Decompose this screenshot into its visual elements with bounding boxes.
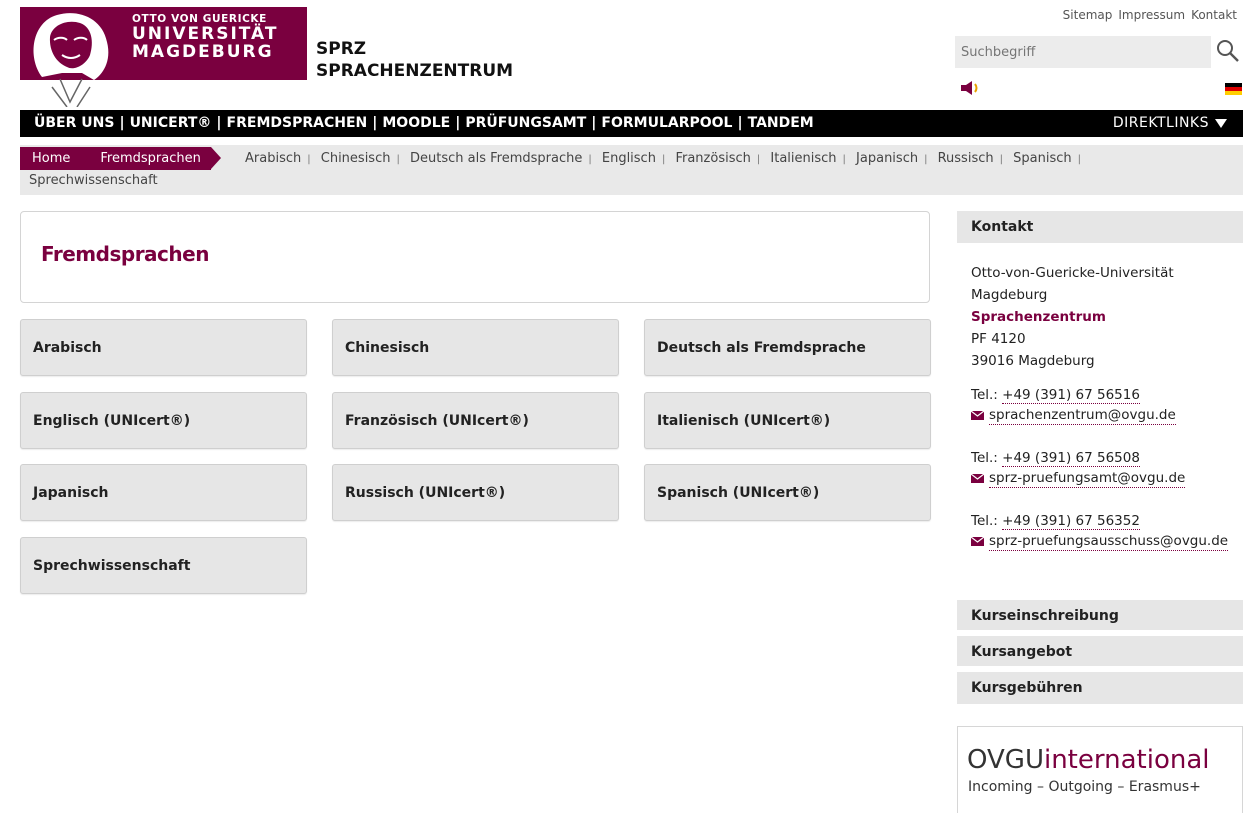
ovgu-international-banner[interactable]: OVGUinternational Incoming – Outgoing – … [957, 726, 1243, 813]
sublink-italienisch[interactable]: Italienisch [770, 151, 836, 166]
international-word: international [1043, 745, 1210, 775]
breadcrumb: Home Fremdsprachen Arabisch | Chinesisch |… [20, 145, 1243, 195]
sidebar-kontakt-heading: Kontakt [957, 211, 1243, 243]
tile-chinesisch[interactable]: Chinesisch [332, 319, 619, 376]
tel-label: Tel.: [971, 387, 998, 403]
address-line4: PF 4120 [971, 331, 1026, 347]
sublink-japanisch[interactable]: Japanisch [856, 151, 918, 166]
top-links: Sitemap Impressum Kontakt [1063, 8, 1237, 22]
contact-entry: Tel.: +49 (391) 67 56516 sprachenzentrum… [971, 384, 1241, 425]
contact-block: Otto-von-Guericke-Universität Magdeburg … [971, 262, 1241, 551]
sidebar-link-kurseinschreibung[interactable]: Kurseinschreibung [957, 600, 1243, 632]
nav-formularpool[interactable]: FORMULARPOOL [601, 110, 732, 137]
contact-entry: Tel.: +49 (391) 67 56352 sprz-pruefungsa… [971, 510, 1241, 551]
search-icon[interactable] [1215, 38, 1241, 64]
breadcrumb-home[interactable]: Home [20, 147, 89, 170]
tile-italienisch[interactable]: Italienisch (UNIcert®) [644, 392, 931, 449]
tile-japanisch[interactable]: Japanisch [20, 464, 307, 521]
sublink-englisch[interactable]: Englisch [602, 151, 656, 166]
page-title: Fremdsprachen [41, 242, 209, 266]
sublink-russisch[interactable]: Russisch [938, 151, 994, 166]
address-line2: Magdeburg [971, 287, 1048, 303]
sublink-chinesisch[interactable]: Chinesisch [321, 151, 391, 166]
tile-englisch[interactable]: Englisch (UNIcert®) [20, 392, 307, 449]
sidebar-link-kursgebuehren[interactable]: Kursgebühren [957, 672, 1243, 704]
sidebar-link-kursangebot[interactable]: Kursangebot [957, 636, 1243, 668]
nav-fremdsprachen[interactable]: FREMDSPRACHEN [227, 110, 368, 137]
sublink-sprechwissenschaft[interactable]: Sprechwissenschaft [29, 173, 158, 188]
email-link[interactable]: sprachenzentrum@ovgu.de [989, 406, 1176, 425]
mail-icon [971, 474, 984, 483]
site-title-line2: SPRACHENZENTRUM [316, 61, 514, 81]
logo-text: OTTO VON GUERICKE UNIVERSITÄT MAGDEBURG [132, 13, 279, 61]
mail-icon [971, 537, 984, 546]
tile-daf[interactable]: Deutsch als Fremdsprache [644, 319, 931, 376]
ovgu-banner-subtitle: Incoming – Outgoing – Erasmus+ [968, 779, 1201, 795]
search-input[interactable] [955, 36, 1197, 68]
logo-line3: MAGDEBURG [132, 42, 274, 62]
sublink-franzoesisch[interactable]: Französisch [675, 151, 750, 166]
university-logo[interactable]: OTTO VON GUERICKE UNIVERSITÄT MAGDEBURG [20, 7, 307, 107]
impressum-link[interactable]: Impressum [1118, 8, 1185, 22]
address-line5: 39016 Magdeburg [971, 353, 1095, 369]
tile-sprechwissenschaft[interactable]: Sprechwissenschaft [20, 537, 307, 594]
sublink-spanisch[interactable]: Spanisch [1013, 151, 1071, 166]
direktlinks-dropdown[interactable]: DIREKTLINKS [1113, 110, 1227, 137]
tel-label: Tel.: [971, 513, 998, 529]
tile-russisch[interactable]: Russisch (UNIcert®) [332, 464, 619, 521]
ovgu-word: OVGU [967, 745, 1044, 775]
nav-moodle[interactable]: MOODLE [382, 110, 450, 137]
nav-unicert[interactable]: UNICERT® [130, 110, 212, 137]
ovgu-banner-title: OVGUinternational [967, 745, 1209, 775]
sublink-daf[interactable]: Deutsch als Fremdsprache [410, 151, 582, 166]
kontakt-link[interactable]: Kontakt [1191, 8, 1237, 22]
guericke-portrait-icon [33, 13, 109, 107]
address-line3: Sprachenzentrum [971, 309, 1106, 325]
address-line1: Otto-von-Guericke-Universität [971, 265, 1174, 281]
email-link[interactable]: sprz-pruefungsausschuss@ovgu.de [989, 532, 1229, 551]
tel-link[interactable]: +49 (391) 67 56516 [1002, 387, 1140, 404]
german-flag-icon[interactable] [1225, 83, 1242, 95]
tel-label: Tel.: [971, 450, 998, 466]
nav-separator: | [737, 115, 743, 131]
nav-pruefungsamt[interactable]: PRÜFUNGSAMT [465, 110, 586, 137]
email-link[interactable]: sprz-pruefungsamt@ovgu.de [989, 469, 1186, 488]
sublink-arabisch[interactable]: Arabisch [245, 151, 301, 166]
nav-separator: | [591, 115, 597, 131]
tile-arabisch[interactable]: Arabisch [20, 319, 307, 376]
main-navigation: ÜBER UNS | UNICERT® | FREMDSPRACHEN | MOODL… [20, 110, 1243, 137]
tel-link[interactable]: +49 (391) 67 56508 [1002, 450, 1140, 467]
nav-separator: | [119, 115, 125, 131]
direktlinks-label: DIREKTLINKS [1112, 115, 1209, 131]
breadcrumb-sublinks: Arabisch | Chinesisch | Deutsch als Fremds… [245, 151, 1081, 166]
nav-separator: | [455, 115, 461, 131]
logo-line2: UNIVERSITÄT [132, 24, 279, 44]
contact-entry: Tel.: +49 (391) 67 56508 sprz-pruefungsa… [971, 447, 1241, 488]
breadcrumb-current[interactable]: Fremdsprachen [80, 147, 222, 170]
tel-link[interactable]: +49 (391) 67 56352 [1002, 513, 1140, 530]
mail-icon [971, 411, 984, 420]
page-title-box: Fremdsprachen [20, 211, 930, 303]
sitemap-link[interactable]: Sitemap [1063, 8, 1113, 22]
nav-tandem[interactable]: TANDEM [748, 110, 814, 137]
speaker-icon[interactable] [960, 80, 984, 96]
site-title-line1: SPRZ [316, 39, 367, 59]
tile-spanisch[interactable]: Spanisch (UNIcert®) [644, 464, 931, 521]
search-box [955, 36, 1211, 68]
nav-separator: | [216, 115, 222, 131]
tile-franzoesisch[interactable]: Französisch (UNIcert®) [332, 392, 619, 449]
site-title[interactable]: SPRZ SPRACHENZENTRUM [316, 38, 513, 82]
nav-separator: | [372, 115, 378, 131]
nav-ueber-uns[interactable]: ÜBER UNS [34, 110, 114, 137]
caret-down-icon [1215, 119, 1227, 128]
